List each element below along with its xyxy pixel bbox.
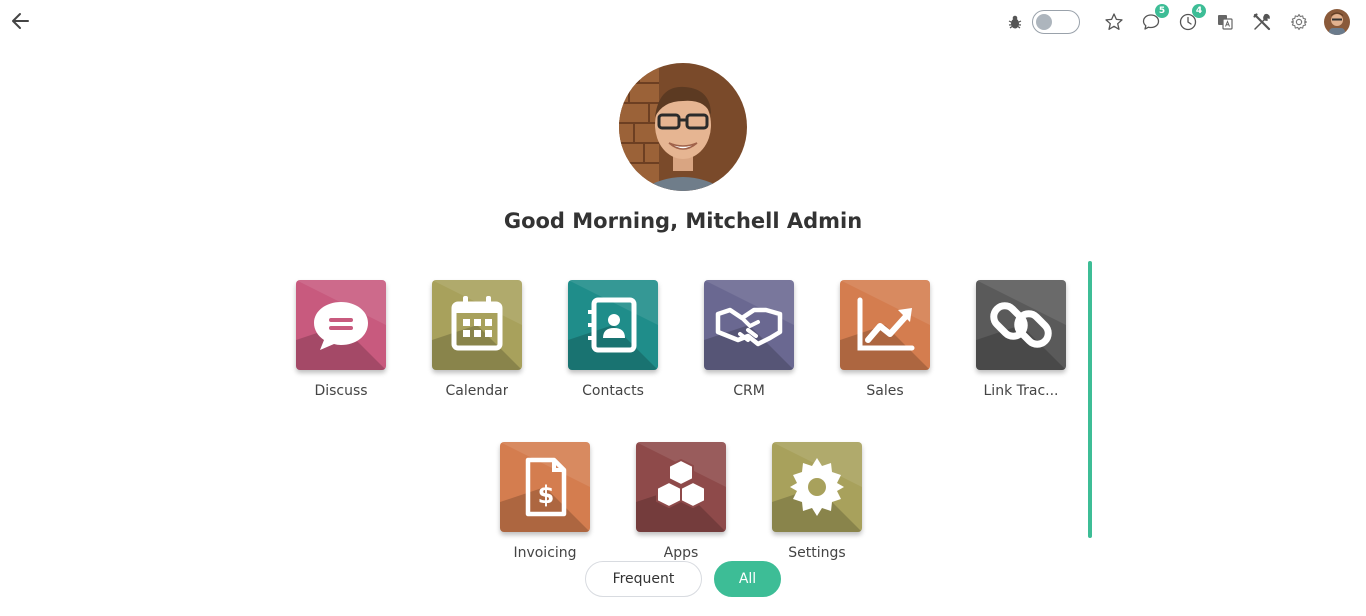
app-label: CRM — [733, 383, 765, 399]
frequent-filter-button[interactable]: Frequent — [585, 561, 702, 597]
app-apps[interactable]: Apps — [621, 442, 741, 561]
app-label: Settings — [788, 545, 846, 561]
user-avatar[interactable] — [1324, 9, 1350, 35]
debug-toggle[interactable] — [1032, 10, 1080, 34]
app-label: Sales — [866, 383, 904, 399]
messages-count-badge: 5 — [1155, 4, 1169, 18]
app-label: Invoicing — [513, 545, 577, 561]
messages-icon[interactable]: 5 — [1139, 4, 1169, 34]
app-label: Calendar — [445, 383, 509, 399]
gear-icon — [772, 442, 862, 532]
star-icon[interactable] — [1102, 10, 1126, 34]
trend-up-icon — [840, 280, 930, 370]
systray: 5 4 — [1006, 4, 1350, 36]
activities-clock-icon[interactable]: 4 — [1176, 4, 1206, 34]
profile-avatar — [619, 63, 747, 191]
bug-icon[interactable] — [1006, 10, 1024, 34]
app-crm[interactable]: CRM — [689, 280, 809, 399]
app-label: Link Trac... — [983, 383, 1059, 399]
app-settings[interactable]: Settings — [757, 442, 877, 561]
app-discuss[interactable]: Discuss — [281, 280, 401, 399]
translate-icon[interactable] — [1213, 10, 1237, 34]
greeting-heading: Good Morning, Mitchell Admin — [503, 209, 863, 233]
chat-bubble-icon — [296, 280, 386, 370]
back-arrow-icon[interactable] — [10, 10, 32, 32]
app-calendar[interactable]: Calendar — [417, 280, 537, 399]
app-link-trac[interactable]: Link Trac... — [961, 280, 1081, 399]
activities-count-badge: 4 — [1192, 4, 1206, 18]
app-invoicing[interactable]: $ Invoicing — [485, 442, 605, 561]
app-label: Contacts — [582, 383, 644, 399]
address-book-icon — [568, 280, 658, 370]
app-label: Discuss — [314, 383, 368, 399]
all-filter-button[interactable]: All — [714, 561, 781, 597]
svg-text:$: $ — [538, 481, 555, 509]
app-contacts[interactable]: Contacts — [553, 280, 673, 399]
app-sales[interactable]: Sales — [825, 280, 945, 399]
calendar-icon — [432, 280, 522, 370]
cubes-icon — [636, 442, 726, 532]
scrollbar[interactable] — [1088, 261, 1092, 538]
invoice-icon: $ — [500, 442, 590, 532]
app-filter-bar: Frequent All — [0, 561, 1366, 597]
top-bar: 5 4 — [0, 0, 1366, 44]
link-icon — [976, 280, 1066, 370]
toggle-knob — [1036, 14, 1052, 30]
tools-icon[interactable] — [1250, 10, 1274, 34]
handshake-icon — [704, 280, 794, 370]
app-label: Apps — [663, 545, 699, 561]
settings-gear-icon[interactable] — [1287, 10, 1311, 34]
